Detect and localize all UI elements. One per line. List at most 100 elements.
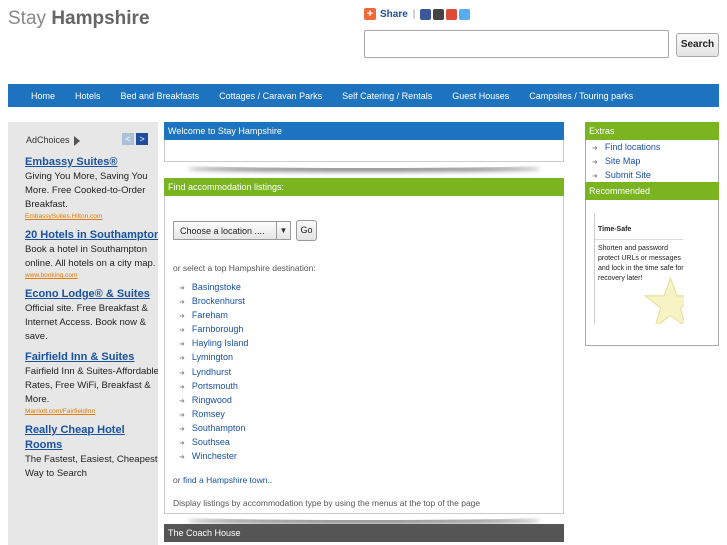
ad-next-button[interactable]: > xyxy=(136,133,148,145)
adchoices-label[interactable]: AdChoices xyxy=(26,135,81,146)
ad-text: Giving You More, Saving You More. Free C… xyxy=(25,171,148,210)
listings-panel: Find accommodation listings: Choose a lo… xyxy=(164,178,564,520)
arrow-icon: ➜ xyxy=(179,383,185,391)
search-button[interactable]: Search xyxy=(676,33,719,57)
ad-title[interactable]: Really Cheap Hotel Rooms xyxy=(25,423,158,453)
ad-text: Fairfield Inn & Suites-Affordable Rates,… xyxy=(25,366,158,405)
facebook-icon[interactable] xyxy=(420,8,432,20)
destination-link[interactable]: Winchester xyxy=(192,451,237,461)
welcome-body xyxy=(164,140,564,162)
coach-house-panel: The Coach House xyxy=(164,524,564,542)
ad-title[interactable]: Econo Lodge® & Suites xyxy=(25,287,158,302)
nav-item-hotels[interactable]: Hotels xyxy=(65,91,111,101)
search-input[interactable] xyxy=(364,30,669,58)
nav-item-self-catering[interactable]: Self Catering / Rentals xyxy=(332,91,442,101)
nav-item-home[interactable]: Home xyxy=(8,91,65,101)
sidebar-link-label[interactable]: Submit Site xyxy=(605,170,651,180)
destination-link[interactable]: Romsey xyxy=(192,409,225,419)
destination-link[interactable]: Southampton xyxy=(192,423,246,433)
nav-item-bed-and-breakfasts[interactable]: Bed and Breakfasts xyxy=(111,91,210,101)
destination-link[interactable]: Southsea xyxy=(192,437,230,447)
ad-item: Really Cheap Hotel Rooms The Fastest, Ea… xyxy=(25,423,158,481)
destination-link[interactable]: Fareham xyxy=(192,310,228,320)
nav-item-guest-houses[interactable]: Guest Houses xyxy=(442,91,519,101)
main-nav: Home Hotels Bed and Breakfasts Cottages … xyxy=(8,84,719,107)
ad-title[interactable]: 20 Hotels in Southampton xyxy=(25,228,158,243)
listings-body: Choose a location .... ▼ Go or select a … xyxy=(164,196,564,514)
welcome-title: Welcome to Stay Hampshire xyxy=(164,122,564,140)
find-town-link[interactable]: find a Hampshire town.. xyxy=(183,475,272,485)
destination-link[interactable]: Brockenhurst xyxy=(192,296,245,306)
ad-title[interactable]: Fairfield Inn & Suites xyxy=(25,350,158,365)
go-button[interactable]: Go xyxy=(296,220,317,241)
list-item[interactable]: ➜ Southampton xyxy=(179,421,248,435)
find-town-line: or find a Hampshire town.. xyxy=(173,475,272,485)
list-item[interactable]: ➜ Hayling Island xyxy=(179,336,248,350)
myspace-icon[interactable] xyxy=(433,8,445,20)
destination-link[interactable]: Lyndhurst xyxy=(192,367,231,377)
share-separator: | xyxy=(412,8,416,20)
site-title[interactable]: Stay Hampshire xyxy=(8,8,150,30)
destination-link[interactable]: Hayling Island xyxy=(192,338,249,348)
extras-body: ➜ Find locations ➜ Site Map ➜ Submit Site xyxy=(585,140,719,182)
share-button[interactable]: Share xyxy=(380,9,408,20)
location-select[interactable]: Choose a location .... ▼ xyxy=(173,221,291,240)
welcome-panel: Welcome to Stay Hampshire xyxy=(164,122,564,168)
list-item[interactable]: ➜ Farnborough xyxy=(179,322,248,336)
destination-link[interactable]: Ringwood xyxy=(192,395,232,405)
arrow-icon: ➜ xyxy=(179,341,185,349)
twitter-icon[interactable] xyxy=(459,8,471,20)
ad-prev-button[interactable]: < xyxy=(122,133,134,145)
panel-shadow xyxy=(188,162,540,168)
ad-text: Official site. Free Breakfast & Internet… xyxy=(25,303,148,342)
ad-item: Embassy Suites® Giving You More, Saving … xyxy=(25,155,158,222)
sidebar-link-label[interactable]: Find locations xyxy=(605,142,661,152)
list-item[interactable]: ➜ Southsea xyxy=(179,435,248,449)
sidebar: Extras ➜ Find locations ➜ Site Map ➜ Submit… xyxy=(585,122,719,346)
arrow-icon: ➜ xyxy=(179,425,185,433)
extras-title: Extras xyxy=(585,122,719,140)
google-icon[interactable] xyxy=(446,8,458,20)
listings-title: Find accommodation listings: xyxy=(164,178,564,196)
destination-link[interactable]: Farnborough xyxy=(192,324,244,334)
ad-list: Embassy Suites® Giving You More, Saving … xyxy=(25,155,158,487)
arrow-icon: ➜ xyxy=(592,145,598,152)
time-safe-card[interactable]: Time-Safe Shorten and password protect U… xyxy=(594,214,684,324)
listings-footer-text: Display listings by accommodation type b… xyxy=(173,498,481,508)
list-item[interactable]: ➜ Ringwood xyxy=(179,393,248,407)
ad-url[interactable]: EmbassySuites.Hilton.com xyxy=(25,212,158,222)
ad-text: Book a hotel in Southampton online. All … xyxy=(25,244,156,269)
ad-url[interactable]: www.booking.com xyxy=(25,271,158,281)
ad-title[interactable]: Embassy Suites® xyxy=(25,155,158,170)
list-item[interactable]: ➜ Lyndhurst xyxy=(179,365,248,379)
adchoices-icon xyxy=(74,135,81,146)
ad-column: AdChoices < > Embassy Suites® Giving You… xyxy=(8,122,158,545)
top-destination-text: or select a top Hampshire destination: xyxy=(173,263,316,273)
arrow-icon: ➜ xyxy=(179,369,185,377)
destination-link[interactable]: Basingstoke xyxy=(192,282,241,292)
nav-item-campsites[interactable]: Campsites / Touring parks xyxy=(519,91,643,101)
nav-item-cottages[interactable]: Cottages / Caravan Parks xyxy=(209,91,332,101)
find-town-prefix: or xyxy=(173,475,181,485)
share-plus-icon[interactable]: + xyxy=(364,8,376,20)
arrow-icon: ➜ xyxy=(179,285,185,292)
list-item[interactable]: ➜ Romsey xyxy=(179,407,248,421)
sidebar-link-label[interactable]: Site Map xyxy=(605,156,641,166)
list-item[interactable]: ➜ Fareham xyxy=(179,308,248,322)
destination-link[interactable]: Lymington xyxy=(192,352,233,362)
location-form: Choose a location .... ▼ Go xyxy=(173,220,317,241)
sidebar-item-submit-site[interactable]: ➜ Submit Site xyxy=(586,168,718,182)
arrow-icon: ➜ xyxy=(179,355,185,363)
list-item[interactable]: ➜ Brockenhurst xyxy=(179,294,248,308)
arrow-icon: ➜ xyxy=(179,454,185,462)
list-item[interactable]: ➜ Winchester xyxy=(179,449,248,463)
ad-url[interactable]: Marriott.com/FairfieldInn xyxy=(25,407,158,417)
destination-link[interactable]: Portsmouth xyxy=(192,381,238,391)
list-item[interactable]: ➜ Lymington xyxy=(179,350,248,364)
sidebar-item-site-map[interactable]: ➜ Site Map xyxy=(586,154,718,168)
sidebar-item-find-locations[interactable]: ➜ Find locations xyxy=(586,140,718,154)
adchoices-text: AdChoices xyxy=(26,135,70,145)
list-item[interactable]: ➜ Basingstoke xyxy=(179,280,248,294)
site-title-light: Stay xyxy=(8,8,47,29)
list-item[interactable]: ➜ Portsmouth xyxy=(179,379,248,393)
